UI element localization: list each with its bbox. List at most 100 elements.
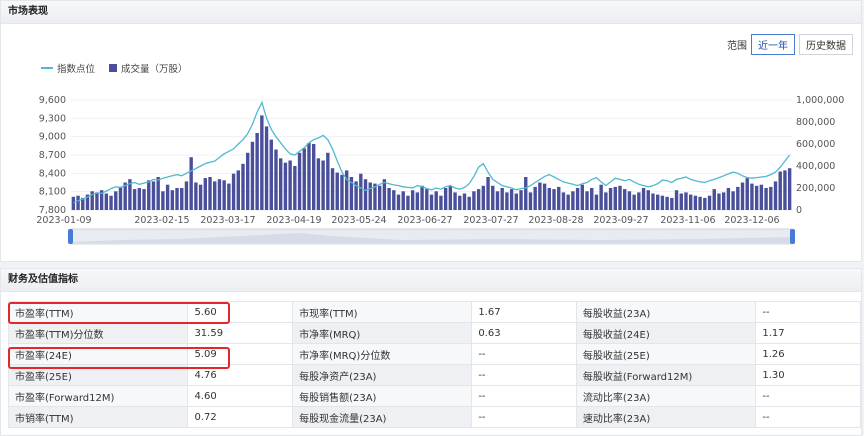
- volume-bar: [509, 189, 514, 210]
- range-label: 范围: [727, 41, 747, 52]
- volume-bar: [236, 170, 240, 210]
- volume-bar: [213, 181, 217, 210]
- volume-bar: [189, 157, 193, 210]
- table-row: 市销率(TTM) 0.72 每股现金流量(23A) -- 速动比率(23A) --: [7, 406, 861, 428]
- volume-bar: [703, 197, 707, 210]
- indicator-value: --: [471, 406, 577, 428]
- volume-bar: [726, 188, 731, 210]
- volume-bar: [783, 170, 787, 210]
- indicator-label: 市净率(MRQ): [292, 322, 473, 344]
- highlight-box-pe-ttm: [8, 302, 230, 324]
- volume-bar: [764, 188, 768, 210]
- indicator-label: 市盈率(TTM)分位数: [7, 322, 189, 344]
- volume-bar: [707, 195, 712, 210]
- range-history-button[interactable]: 历史数据: [799, 34, 853, 55]
- volume-bar: [472, 191, 476, 210]
- volume-bar: [321, 160, 325, 210]
- indicator-value: 31.59: [187, 322, 294, 344]
- bar-swatch-icon: [109, 64, 118, 72]
- table-row: 市盈率(Forward12M) 4.60 每股销售额(23A) -- 流动比率(23A)…: [7, 385, 861, 407]
- volume-bar: [519, 190, 523, 210]
- volume-bar: [585, 191, 589, 210]
- y-right-tick-label: 600,000: [796, 139, 835, 150]
- indicator-label: 每股收益(23A): [575, 301, 757, 323]
- volume-bar: [161, 191, 165, 210]
- x-tick-label: 2023-11-06: [660, 215, 715, 226]
- legend-volume-bars[interactable]: 成交量（万股）: [109, 61, 188, 75]
- volume-bar: [311, 144, 316, 210]
- indicator-value: --: [471, 343, 577, 365]
- volume-bar: [632, 194, 636, 210]
- volume-bar: [330, 168, 335, 210]
- volume-bar: [429, 194, 434, 210]
- volume-bar: [114, 191, 118, 210]
- slider-right-handle[interactable]: [790, 229, 795, 244]
- volume-bar: [698, 196, 702, 210]
- chart-legend: 指数点位 成交量（万股）: [41, 61, 188, 75]
- volume-bar: [679, 193, 683, 210]
- volume-bar: [571, 191, 575, 210]
- volume-bar: [316, 158, 321, 210]
- volume-bar: [434, 191, 438, 210]
- zoom-slider[interactable]: [68, 228, 795, 245]
- volume-bar: [651, 193, 655, 210]
- indicator-value: 0.63: [471, 322, 577, 344]
- x-tick-label: 2023-04-19: [266, 215, 321, 226]
- volume-bar: [580, 184, 584, 210]
- volume-bar: [118, 186, 123, 210]
- indicator-label: 市销率(TTM): [7, 406, 189, 428]
- legend-line-label: 指数点位: [57, 64, 96, 75]
- volume-bar: [495, 191, 500, 210]
- index-line: [73, 100, 791, 204]
- volume-bar: [297, 152, 302, 210]
- volume-bar: [368, 182, 372, 210]
- volume-bar: [627, 191, 632, 210]
- volume-bar: [458, 195, 462, 210]
- volume-bar: [547, 188, 552, 210]
- volume-bar: [307, 142, 311, 210]
- volume-bar: [754, 185, 759, 210]
- indicator-value: 1.30: [755, 364, 861, 386]
- volume-bar: [608, 188, 613, 210]
- volume-bar: [288, 160, 292, 210]
- volume-bar: [528, 192, 533, 210]
- market-chart: 9,6009,3009,0008,7008,4008,1007,800 1,00…: [36, 95, 844, 245]
- indicator-value: --: [755, 301, 861, 323]
- indicator-label: 流动比率(23A): [575, 385, 757, 407]
- volume-bar: [382, 179, 387, 210]
- indicator-value: --: [471, 364, 577, 386]
- volume-bar: [269, 139, 273, 210]
- volume-bar: [264, 126, 269, 210]
- financial-indicators-panel: 财务及估值指标 市盈率(TTM) 5.60 市现率(TTM) 1.67 每股收益(23A…: [0, 268, 862, 436]
- volume-bar: [740, 182, 745, 210]
- volume-bar: [486, 177, 490, 210]
- volume-bar: [246, 152, 250, 210]
- table-row: 市盈率(TTM)分位数 31.59 市净率(MRQ) 0.63 每股收益(24E) 1.1…: [7, 322, 861, 344]
- volume-bar: [533, 186, 537, 210]
- y-right-tick-label: 0: [796, 205, 802, 216]
- volume-bar: [665, 196, 669, 210]
- volume-bar: [377, 185, 382, 210]
- legend-index-line[interactable]: 指数点位: [41, 61, 95, 75]
- volume-bar: [406, 195, 410, 210]
- volume-bar: [557, 186, 561, 210]
- x-tick-label: 2023-05-24: [331, 215, 386, 226]
- slider-left-handle[interactable]: [68, 229, 73, 244]
- volume-bar: [439, 195, 443, 210]
- volume-bar: [71, 196, 76, 210]
- x-tick-label: 2023-03-17: [200, 215, 255, 226]
- volume-bar: [208, 177, 212, 210]
- volume-bar: [731, 191, 735, 210]
- indicator-value: 4.60: [187, 385, 294, 407]
- range-one-year-button[interactable]: 近一年: [751, 34, 795, 55]
- volume-bar: [505, 192, 509, 210]
- volume-bar: [491, 185, 495, 210]
- volume-bar: [137, 188, 142, 210]
- volume-bar: [203, 178, 208, 210]
- volume-bar: [655, 194, 660, 210]
- volume-bar: [524, 177, 528, 210]
- volume-bar: [670, 197, 674, 210]
- volume-bar: [396, 194, 401, 210]
- volume-bar: [227, 183, 231, 210]
- volume-bar: [231, 173, 236, 210]
